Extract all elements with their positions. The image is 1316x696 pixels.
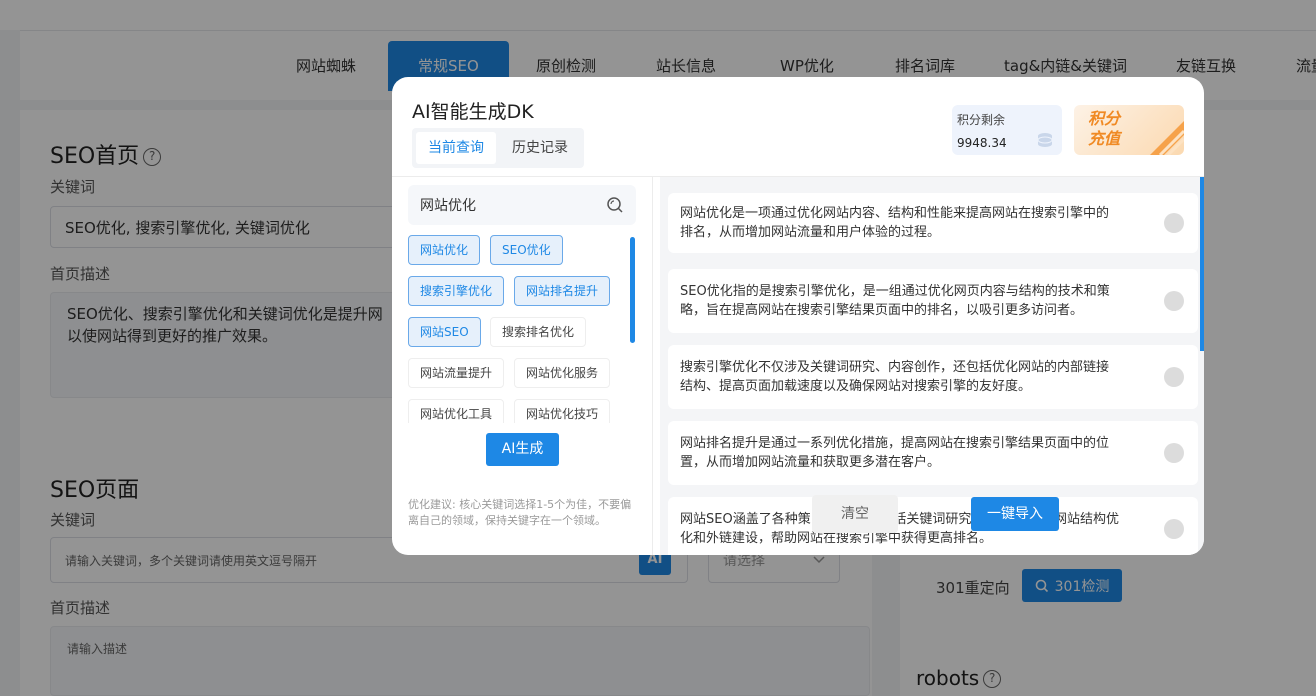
result-item[interactable]: 搜索引擎优化不仅涉及关键词研究、内容创作，还包括优化网站的内部链接 结构、提高页面…	[668, 345, 1198, 409]
optimization-tip: 优化建议: 核心关键词选择1-5个为佳，不要偏离自己的领域，保持关键字在一个领域…	[408, 498, 632, 527]
import-all-button[interactable]: 一键导入	[971, 497, 1059, 531]
keyword-search-input[interactable]: 网站优化	[408, 185, 636, 225]
result-item[interactable]: 网站优化是一项通过优化网站内容、结构和性能来提高网站在搜索引擎中的 排名，从而增加…	[668, 193, 1198, 253]
ai-generate-modal: AI智能生成DK 当前查询 历史记录 积分剩余 9948.34 积分 充值 网站优…	[392, 77, 1204, 555]
tab-current-query[interactable]: 当前查询	[416, 132, 496, 164]
keyword-tag[interactable]: 网站流量提升	[408, 358, 505, 388]
modal-title: AI智能生成DK	[412, 101, 534, 123]
search-icon[interactable]	[606, 196, 624, 214]
ai-generate-button[interactable]: AI生成	[486, 433, 559, 466]
keyword-scrollbar[interactable]	[630, 237, 635, 343]
keyword-tag[interactable]: 搜索排名优化	[490, 317, 587, 347]
recharge-button[interactable]: 积分 充值	[1074, 105, 1184, 155]
keyword-search-value: 网站优化	[420, 198, 476, 214]
results-scrollbar[interactable]	[1200, 177, 1204, 351]
result-radio[interactable]	[1164, 367, 1184, 387]
keyword-tag[interactable]: 网站SEO	[408, 317, 481, 347]
clear-button[interactable]: 清空	[812, 495, 898, 533]
results-list: 网站优化是一项通过优化网站内容、结构和性能来提高网站在搜索引擎中的 排名，从而增加…	[660, 177, 1204, 555]
modal-column-divider	[652, 177, 653, 555]
points-balance: 积分剩余 9948.34	[952, 105, 1062, 155]
result-radio[interactable]	[1164, 519, 1184, 539]
points-label: 积分剩余	[957, 113, 1006, 127]
recharge-label: 积分 充值	[1087, 109, 1120, 148]
keyword-tag[interactable]: 网站优化	[408, 235, 481, 265]
result-item[interactable]: SEO优化指的是搜索引擎优化，是一组通过优化网页内容与结构的技术和策 略，旨在提高…	[668, 269, 1198, 333]
result-radio[interactable]	[1164, 291, 1184, 311]
keyword-tag[interactable]: 网站排名提升	[514, 276, 611, 306]
result-item[interactable]: 网站SEO涵盖了各种策 括关键词研究 网站结构优 化和外链建设，帮助网站在搜索引擎…	[668, 497, 1198, 555]
keyword-tag[interactable]: 搜索引擎优化	[408, 276, 505, 306]
keyword-tag[interactable]: 网站优化服务	[514, 358, 611, 388]
result-radio[interactable]	[1164, 443, 1184, 463]
keyword-tag[interactable]: 网站优化技巧	[514, 399, 611, 423]
tab-history[interactable]: 历史记录	[500, 132, 580, 164]
keyword-tag[interactable]: 网站优化工具	[408, 399, 505, 423]
coin-stack-icon	[1037, 133, 1053, 147]
result-radio[interactable]	[1164, 213, 1184, 233]
keyword-tag[interactable]: SEO优化	[490, 235, 563, 265]
modal-mode-tabs: 当前查询 历史记录	[412, 128, 584, 168]
keyword-tags: 网站优化 SEO优化 搜索引擎优化 网站排名提升 网站SEO 搜索排名优化 网站…	[408, 235, 624, 423]
result-item[interactable]: 网站排名提升是通过一系列优化措施，提高网站在搜索引擎结果页面中的位 置，从而增加网…	[668, 421, 1198, 485]
recharge-card-icon	[1150, 121, 1184, 155]
